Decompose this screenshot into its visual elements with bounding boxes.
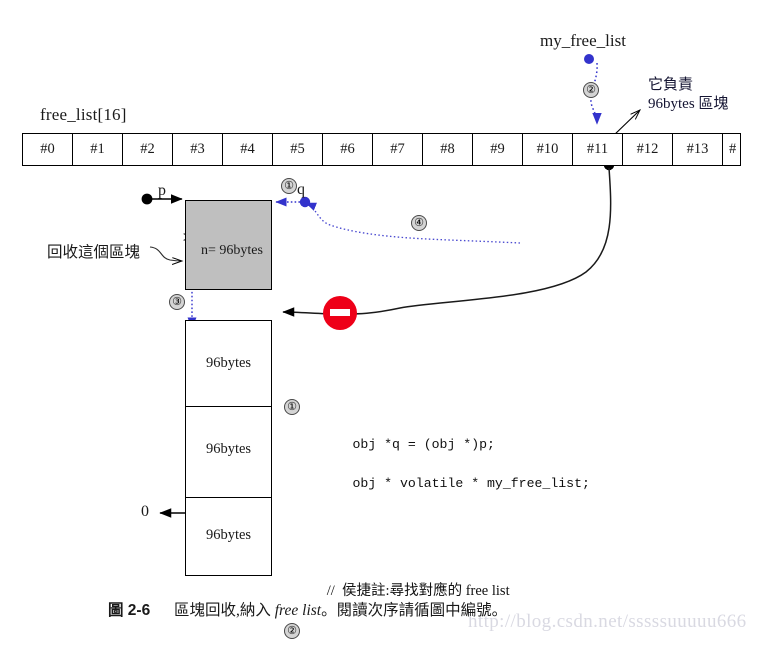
array-slot-2[interactable]: #2	[123, 134, 173, 165]
my-free-list-dot	[584, 54, 594, 64]
figure-caption: 圖 2-6 區塊回收,納入 free list。閱讀次序請循圖中編號。	[108, 598, 507, 620]
list-block-label-3: 96bytes	[205, 527, 252, 543]
code-text-1: obj *q = (obj *)p;	[352, 437, 495, 453]
array-slot-9[interactable]: #9	[473, 134, 523, 165]
list-block-label-2: 96bytes	[205, 441, 252, 457]
array-slot-7[interactable]: #7	[373, 134, 423, 165]
step-marker-4-diagram: ④	[411, 215, 427, 231]
array-slot-13[interactable]: #13	[673, 134, 723, 165]
list-block-divider-1	[185, 406, 272, 407]
step-marker-2-diagram: ②	[583, 82, 599, 98]
code-comment-text-1: // 侯捷註:尋找對應的 free list	[326, 583, 510, 600]
step-marker-2-code: ②	[284, 622, 300, 639]
array-slot-4[interactable]: #4	[223, 134, 273, 165]
free-list-array-label: free_list[16]	[40, 105, 127, 124]
caption-italic: free list	[274, 602, 322, 619]
pointer-p-label: p	[158, 182, 166, 199]
free-list-array: #0 #1 #2 #3 #4 #5 #6 #7 #8 #9 #10 #11 #1…	[22, 133, 741, 166]
step-marker-1-code: ①	[284, 398, 300, 415]
array-slot-12[interactable]: #12	[623, 134, 673, 165]
array-slot-14-partial[interactable]: #	[723, 134, 741, 165]
my-free-list-label: my_free_list	[540, 31, 626, 50]
code-text-2: obj * volatile * my_free_list;	[352, 475, 590, 491]
owner-note-line-1: 它負責	[648, 77, 694, 93]
recycled-block-size-label: n= 96bytes	[201, 243, 263, 258]
pointer-p-dot	[141, 193, 153, 205]
code-comment-1: // 侯捷註:尋找對應的 free list	[305, 563, 628, 599]
code-row-2: obj * volatile * my_free_list;	[305, 454, 628, 491]
code-spacer-1	[305, 512, 628, 524]
owner-note: 它負責 96bytes 區塊	[648, 76, 728, 114]
list-block-divider-2	[185, 497, 272, 498]
recycle-note-leader	[149, 246, 182, 261]
pointer-q-label: q	[297, 181, 305, 198]
no-entry-icon-bar	[330, 309, 350, 316]
null-pointer-label: 0	[141, 503, 149, 520]
array-slot-3[interactable]: #3	[173, 134, 223, 165]
curve-slot11-to-list	[343, 167, 612, 315]
array-slot-11[interactable]: #11	[573, 134, 623, 165]
array-slot-8[interactable]: #8	[423, 134, 473, 165]
array-slot-6[interactable]: #6	[323, 134, 373, 165]
figure-number: 圖 2-6	[108, 602, 151, 619]
owner-note-line-2: 96bytes 區塊	[648, 96, 729, 112]
step-marker-3-diagram: ③	[169, 294, 185, 310]
array-slot-1[interactable]: #1	[73, 134, 123, 165]
code-row-1: ① obj *q = (obj *)p;	[284, 397, 628, 452]
caption-part-1: 區塊回收,納入	[173, 602, 275, 619]
watermark: http://blog.csdn.net/sssssuuuuu666	[468, 611, 747, 632]
figure-canvas: free_list[16] #0 #1 #2 #3 #4 #5 #6 #7 #8…	[0, 0, 767, 645]
list-block-label-1: 96bytes	[205, 355, 252, 371]
array-slot-0[interactable]: #0	[23, 134, 73, 165]
recycle-note-label: 回收這個區塊	[47, 244, 141, 261]
caption-part-2: 。閱讀次序請循圖中編號。	[321, 602, 508, 619]
array-slot-10[interactable]: #10	[523, 134, 573, 165]
step-marker-1-diagram: ①	[281, 178, 297, 194]
array-slot-5[interactable]: #5	[273, 134, 323, 165]
